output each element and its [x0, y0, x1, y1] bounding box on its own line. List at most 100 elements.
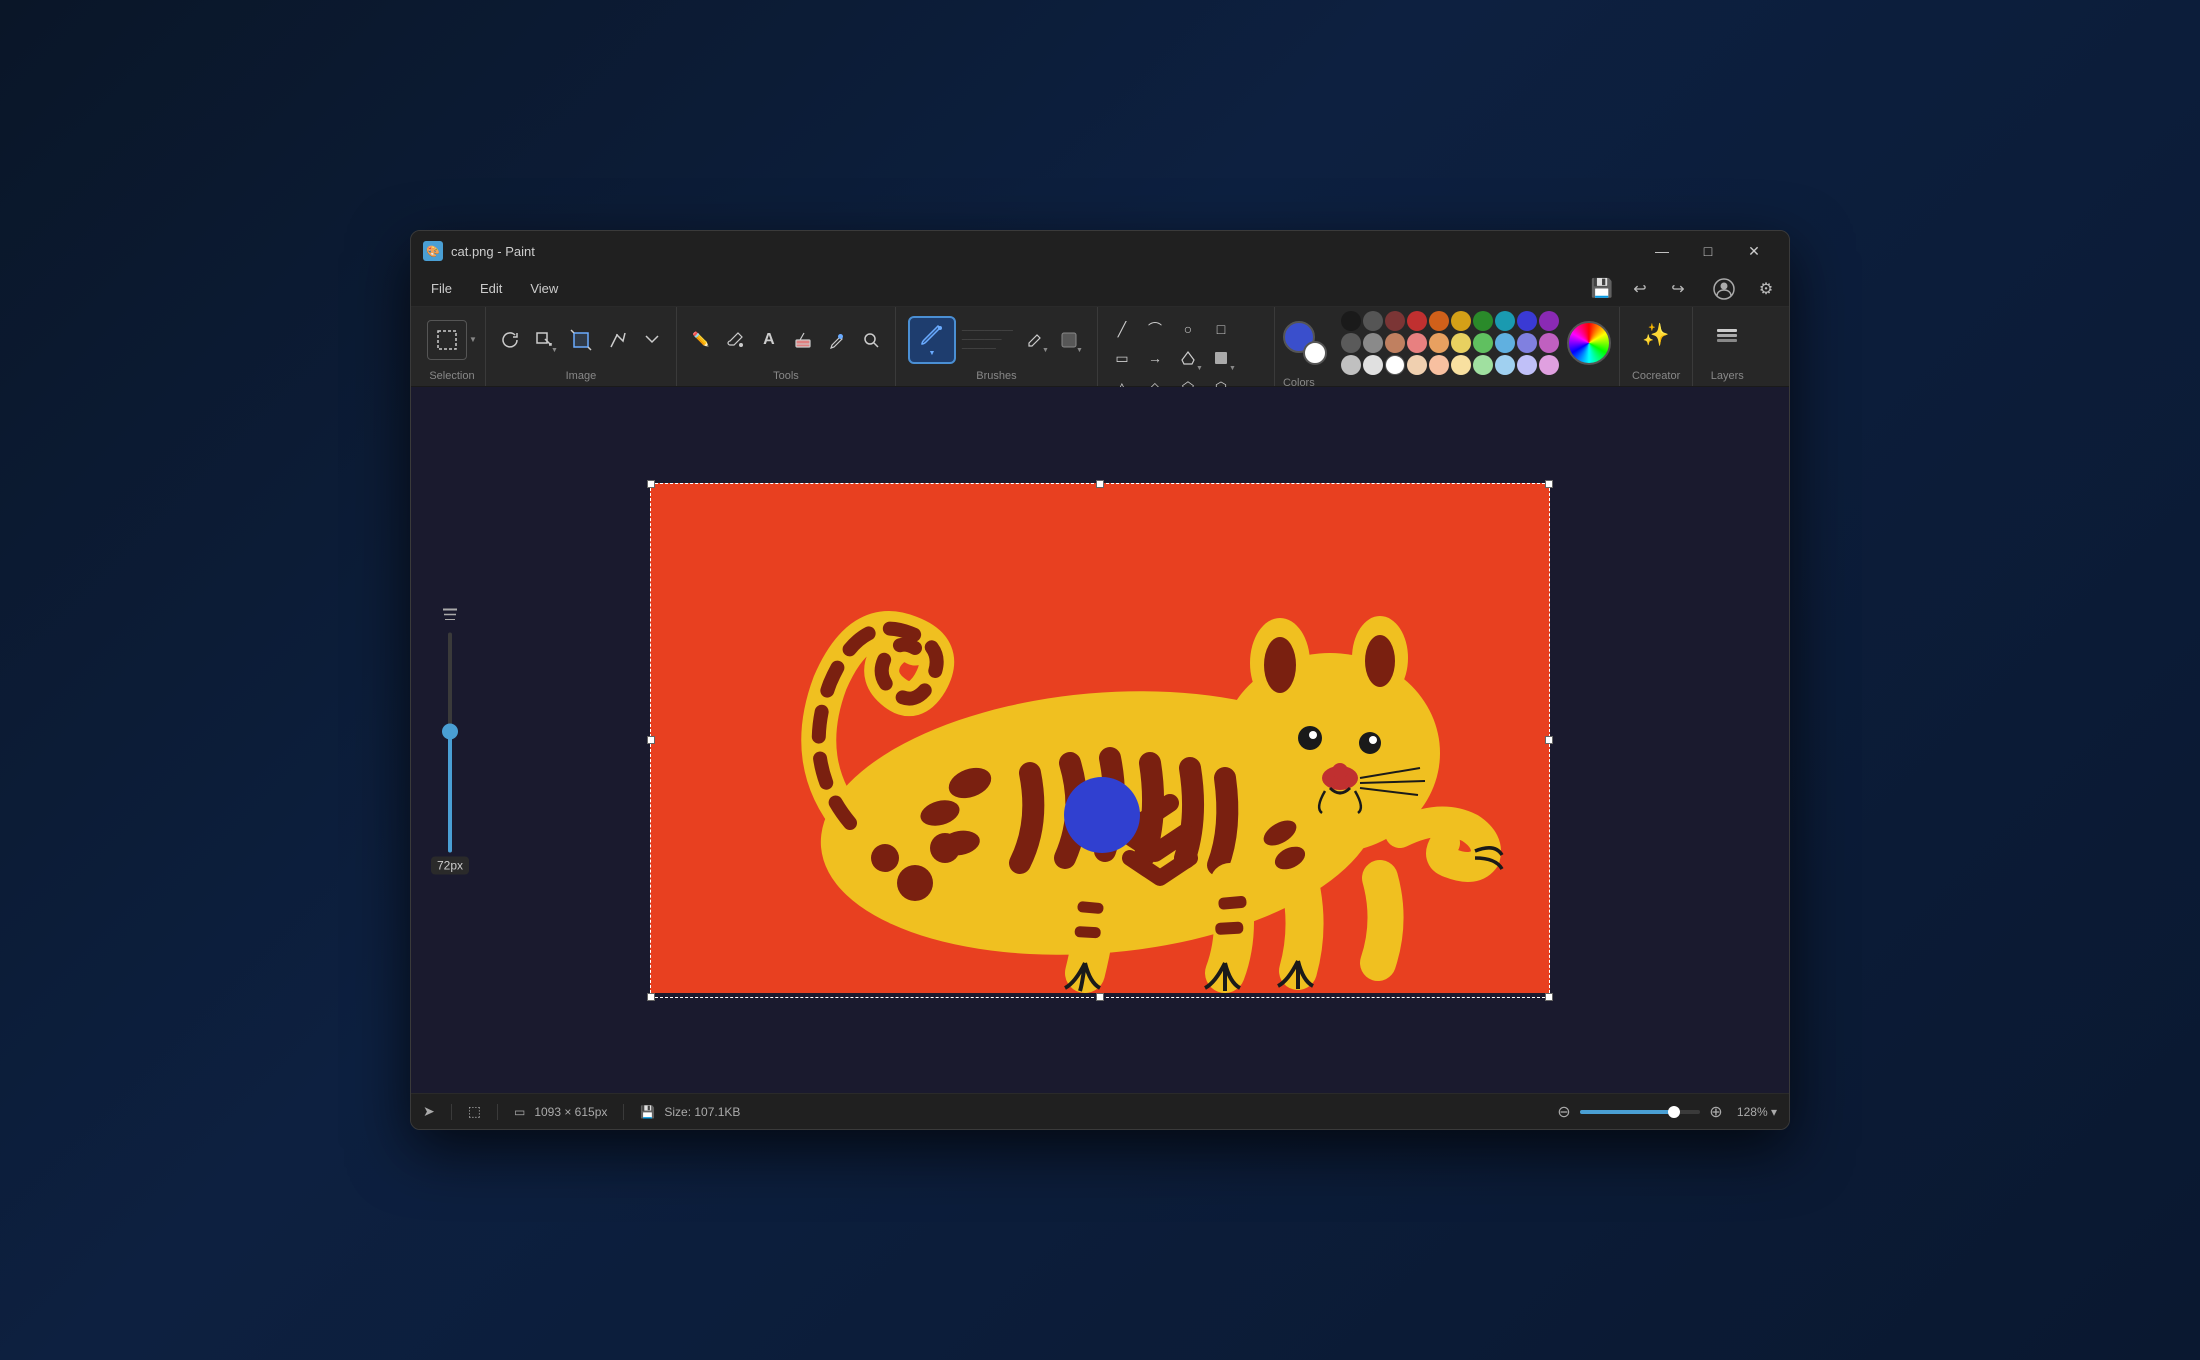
selection-handle-bl[interactable]: [647, 993, 655, 1001]
cocreator-button[interactable]: ✨: [1634, 311, 1678, 359]
color-picker-button[interactable]: [821, 326, 853, 354]
arrow-tool[interactable]: →: [1139, 344, 1171, 372]
background-color[interactable]: [1303, 341, 1327, 365]
color-white[interactable]: [1385, 355, 1405, 375]
magic-select-button[interactable]: [602, 326, 634, 354]
layers-label: Layers: [1711, 370, 1744, 382]
titlebar-controls: — □ ✕: [1639, 235, 1777, 267]
pen-tool-button[interactable]: ▼: [1019, 326, 1051, 354]
dimensions-item: ▭ 1093 × 615px: [514, 1105, 607, 1119]
selection-rect-button[interactable]: [427, 320, 467, 360]
toolbar: ▼ Selection ▼: [411, 307, 1789, 387]
minimize-button[interactable]: —: [1639, 235, 1685, 267]
color-salmon[interactable]: [1429, 355, 1449, 375]
redo-button[interactable]: ↪: [1663, 275, 1693, 303]
menu-file[interactable]: File: [419, 277, 464, 300]
color-lightgreen[interactable]: [1473, 333, 1493, 353]
zoom-slider-thumb[interactable]: [1668, 1106, 1680, 1118]
zoom-in-button[interactable]: ⊕: [1706, 1102, 1726, 1122]
zoom-slider-container[interactable]: [1580, 1110, 1700, 1114]
tools-label: Tools: [773, 370, 799, 382]
color-orchid[interactable]: [1539, 355, 1559, 375]
color-gray2[interactable]: [1363, 333, 1383, 353]
color-red[interactable]: [1407, 311, 1427, 331]
titlebar: 🎨 cat.png - Paint — □ ✕: [411, 231, 1789, 271]
tools-buttons: ✏️ A: [685, 311, 887, 368]
rect2-tool[interactable]: ▭: [1106, 344, 1138, 372]
zoom-slider-fill: [1580, 1110, 1670, 1114]
color-pink[interactable]: [1539, 333, 1559, 353]
save-button[interactable]: 💾: [1587, 275, 1617, 303]
menu-view[interactable]: View: [518, 277, 570, 300]
outline-button[interactable]: ▼: [1172, 344, 1204, 372]
file-size: Size: 107.1KB: [664, 1105, 740, 1119]
rotate-button[interactable]: [494, 326, 526, 354]
color-lightyellow[interactable]: [1451, 333, 1471, 353]
statusbar: ➤ ⬚ ▭ 1093 × 615px 💾 Size: 107.1KB ⊖ ⊕: [411, 1093, 1789, 1129]
color-orange[interactable]: [1429, 311, 1449, 331]
pencil-button[interactable]: ✏️: [685, 326, 717, 354]
status-divider-1: [451, 1104, 452, 1120]
color-cream[interactable]: [1451, 355, 1471, 375]
curve-tool[interactable]: ⌒: [1139, 315, 1171, 343]
color-gray1[interactable]: [1341, 333, 1361, 353]
color-skyblue[interactable]: [1495, 355, 1515, 375]
color-blue[interactable]: [1517, 311, 1537, 331]
rect-tool[interactable]: □: [1205, 315, 1237, 343]
color-cyan[interactable]: [1495, 311, 1515, 331]
select-icon-item: ⬚: [468, 1103, 481, 1120]
color-green[interactable]: [1473, 311, 1493, 331]
close-button[interactable]: ✕: [1731, 235, 1777, 267]
zoom-out-button[interactable]: ⊖: [1554, 1102, 1574, 1122]
brush-slider-icon: [441, 606, 459, 629]
selection-handle-bm[interactable]: [1096, 993, 1104, 1001]
crop-button[interactable]: [562, 321, 600, 359]
magnifier-button[interactable]: [855, 326, 887, 354]
layers-button[interactable]: [1705, 311, 1749, 359]
line-tool[interactable]: ╱: [1106, 315, 1138, 343]
zoom-dropdown[interactable]: ▾: [1771, 1105, 1777, 1119]
selection-dropdown[interactable]: ▼: [469, 335, 477, 344]
color-lightgray[interactable]: [1363, 355, 1383, 375]
fill-shape-button[interactable]: ▼: [1205, 344, 1237, 372]
oval-tool[interactable]: ○: [1172, 315, 1204, 343]
selection-handle-br[interactable]: [1545, 993, 1553, 1001]
text-button[interactable]: A: [753, 326, 785, 354]
color-mint[interactable]: [1473, 355, 1493, 375]
color-lightred[interactable]: [1407, 333, 1427, 353]
color-darkred[interactable]: [1385, 311, 1405, 331]
color-silver[interactable]: [1341, 355, 1361, 375]
color-peach[interactable]: [1429, 333, 1449, 353]
cursor-icon-item: ➤: [423, 1103, 435, 1120]
zoom-level-display: 128% ▾: [1732, 1105, 1777, 1119]
color-selector: [1283, 321, 1327, 365]
color-tan[interactable]: [1385, 333, 1405, 353]
brush-size-slider[interactable]: [440, 633, 460, 853]
custom-color-button[interactable]: [1567, 321, 1611, 365]
color-black[interactable]: [1341, 311, 1361, 331]
eraser-button[interactable]: [787, 326, 819, 354]
brush-active-button[interactable]: ▼: [908, 316, 956, 364]
color-beige[interactable]: [1407, 355, 1427, 375]
menubar-actions: 💾 ↩ ↪ ⚙: [1587, 275, 1781, 303]
menu-edit[interactable]: Edit: [468, 277, 514, 300]
slider-thumb[interactable]: [442, 724, 458, 740]
brushes-content: ▼ ────────────────────── ▼ ▼: [908, 311, 1085, 368]
color-periwinkle[interactable]: [1517, 355, 1537, 375]
fill-button[interactable]: [719, 326, 751, 354]
cocreator-label: Cocreator: [1632, 370, 1680, 382]
maximize-button[interactable]: □: [1685, 235, 1731, 267]
settings-button[interactable]: ⚙: [1751, 275, 1781, 303]
undo-button[interactable]: ↩: [1625, 275, 1655, 303]
color-purple[interactable]: [1539, 311, 1559, 331]
brush-size-label: 72px: [431, 857, 469, 875]
color-lightblue[interactable]: [1495, 333, 1515, 353]
resize-button[interactable]: ▼: [528, 326, 560, 354]
color-lavender[interactable]: [1517, 333, 1537, 353]
color-darkgray[interactable]: [1363, 311, 1383, 331]
color-yellow[interactable]: [1451, 311, 1471, 331]
account-button[interactable]: [1709, 275, 1739, 303]
image-dropdown[interactable]: [636, 326, 668, 354]
selection-group: ▼ Selection: [419, 307, 486, 386]
brush-opacity-button[interactable]: ▼: [1053, 326, 1085, 354]
